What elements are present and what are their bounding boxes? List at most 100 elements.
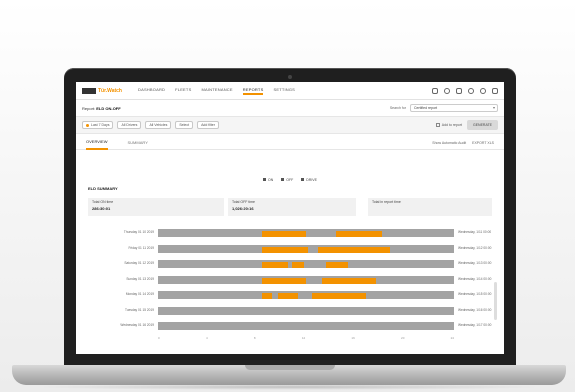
add-filter-chip[interactable]: Add filter <box>197 121 219 129</box>
row-label: Thursday 01 10 2019 <box>123 230 154 234</box>
stat-label: Total ON time <box>92 200 114 204</box>
row-bar[interactable] <box>158 244 454 253</box>
drive-segment <box>336 231 382 237</box>
stat-label: Total in report time <box>372 200 401 204</box>
row-end: Wednesday, 1/16 00:00 <box>458 307 492 312</box>
timeline-row: Tuesday 01 15 2019 Wednesday, 1/16 00:00 <box>86 306 500 316</box>
audit-toggle[interactable]: Show Automatic Audit <box>432 141 466 145</box>
date-range-chip[interactable]: Last 7 Days <box>82 121 114 129</box>
laptop-screen: Tür.Watch DASHBOARD FLEETS MAINTENANCE R… <box>76 82 504 354</box>
row-bar[interactable] <box>158 229 454 237</box>
notification-icon[interactable] <box>444 87 450 94</box>
generate-button[interactable]: GENERATE <box>467 120 498 130</box>
legend-on: ON <box>263 178 273 182</box>
axis-tick: 8 <box>253 336 256 340</box>
select-chip[interactable]: Select <box>175 121 194 129</box>
row-end: Wednesday, 1/13 00:00 <box>458 261 492 265</box>
laptop-base <box>12 365 566 385</box>
row-end: Wednesday, 1/11 00:00 <box>458 230 492 234</box>
timeline-row: Thursday 01 10 2019 Wednesday, 1/11 00:0… <box>86 228 500 238</box>
nav-item-dashboard[interactable]: DASHBOARD <box>138 87 165 95</box>
top-navbar: Tür.Watch DASHBOARD FLEETS MAINTENANCE R… <box>76 82 504 100</box>
row-bar[interactable] <box>158 260 454 268</box>
nav-item-maintenance[interactable]: MAINTENANCE <box>201 87 232 95</box>
stat-value: 286:30:01 <box>92 206 111 211</box>
chip-label: All Vehicles <box>149 123 168 127</box>
nav-item-settings[interactable]: SETTINGS <box>273 87 295 95</box>
drive-segment <box>262 277 306 284</box>
logo-text: Tür.Watch <box>98 87 122 94</box>
scrollbar[interactable] <box>494 282 497 320</box>
tab-summary[interactable]: SUMMARY <box>128 136 148 150</box>
drive-segment <box>312 293 366 299</box>
timeline-row: Friday 01 11 2019 Wednesday, 1/12 00:00 <box>86 244 500 254</box>
laptop-lid: Tür.Watch DASHBOARD FLEETS MAINTENANCE R… <box>64 68 516 368</box>
vehicles-chip[interactable]: All Vehicles <box>145 121 172 129</box>
drivers-chip[interactable]: All Drivers <box>117 121 142 129</box>
main-nav: DASHBOARD FLEETS MAINTENANCE REPORTS SET… <box>138 87 295 95</box>
drive-segment <box>326 262 348 268</box>
nav-item-reports[interactable]: REPORTS <box>242 87 264 95</box>
chip-label: Last 7 Days <box>91 123 110 127</box>
time-axis: 0 4 8 12 16 20 24 <box>158 336 454 340</box>
row-label: Monday 01 14 2019 <box>125 292 154 296</box>
search-label: Search for <box>389 106 406 110</box>
drive-segment <box>262 231 306 237</box>
export-button[interactable]: EXPORT XLS <box>472 141 494 145</box>
axis-tick: 4 <box>205 336 208 340</box>
nav-item-fleets[interactable]: FLEETS <box>175 87 191 95</box>
row-label: Tuesday 01 15 2019 <box>125 307 154 312</box>
chip-label: All Drivers <box>121 123 138 127</box>
row-bar[interactable] <box>158 322 454 330</box>
row-label: Saturday 01 12 2019 <box>124 261 154 265</box>
stat-label: Total OFF time <box>232 200 255 204</box>
tab-overview[interactable]: OVERVIEW <box>86 136 108 150</box>
stat-off-time: Total OFF time 1,026:20:16 <box>228 198 356 216</box>
webcam <box>288 75 292 79</box>
logout-icon[interactable] <box>492 87 498 94</box>
chart-legend: ON OFF DRIVE <box>76 178 504 182</box>
drive-segment <box>322 277 376 284</box>
row-end: Wednesday, 1/15 00:00 <box>458 292 492 296</box>
generate-label: GENERATE <box>473 123 492 127</box>
timeline-row: Sunday 01 13 2019 Wednesday, 1/14 00:00 <box>86 275 500 285</box>
report-title-prefix: Report: <box>82 105 96 111</box>
grid-icon[interactable] <box>432 87 438 94</box>
row-bar[interactable] <box>158 291 454 299</box>
row-bar[interactable] <box>158 306 454 315</box>
header-icons <box>432 87 498 94</box>
report-select[interactable]: Certified report <box>410 104 498 112</box>
logo-mark <box>82 87 96 94</box>
row-end: Wednesday, 1/12 00:00 <box>458 245 492 250</box>
report-subbar: Report: ELD ON-OFF Search for Certified … <box>76 101 504 115</box>
row-label: Sunday 01 13 2019 <box>126 276 154 281</box>
app-logo[interactable]: Tür.Watch <box>82 87 122 94</box>
drive-segment <box>278 293 298 299</box>
chip-label: Select <box>179 123 190 127</box>
checkbox-icon <box>435 123 440 127</box>
section-title: ELD SUMMARY <box>88 186 118 191</box>
axis-tick: 20 <box>401 336 405 340</box>
user-icon[interactable] <box>468 87 474 94</box>
row-label: Wednesday 01 16 2019 <box>120 323 154 327</box>
axis-tick: 12 <box>301 336 306 340</box>
stat-on-time: Total ON time 286:30:01 <box>88 198 224 216</box>
report-tabs: OVERVIEW SUMMARY Show Automatic Audit EX… <box>76 136 504 150</box>
chip-label: Add filter <box>201 123 215 127</box>
help-icon[interactable] <box>480 87 486 94</box>
stat-total-time: Total in report time <box>368 198 492 216</box>
add-to-report-checkbox[interactable]: Add to report <box>435 123 462 127</box>
row-end: Wednesday, 1/17 00:00 <box>458 323 492 327</box>
legend-drive: DRIVE <box>301 178 317 182</box>
filter-bar: Last 7 Days All Drivers All Vehicles Sel… <box>76 116 504 134</box>
calendar-icon <box>86 123 89 127</box>
timeline-row: Monday 01 14 2019 Wednesday, 1/15 00:00 <box>86 290 500 300</box>
mail-icon[interactable] <box>456 87 462 94</box>
drive-segment <box>318 246 390 253</box>
drive-segment <box>262 246 308 253</box>
timeline-row: Saturday 01 12 2019 Wednesday, 1/13 00:0… <box>86 259 500 269</box>
report-search: Search for Certified report <box>390 104 498 112</box>
drive-segment <box>262 262 288 268</box>
row-bar[interactable] <box>158 275 454 284</box>
stat-value: 1,026:20:16 <box>232 206 254 211</box>
